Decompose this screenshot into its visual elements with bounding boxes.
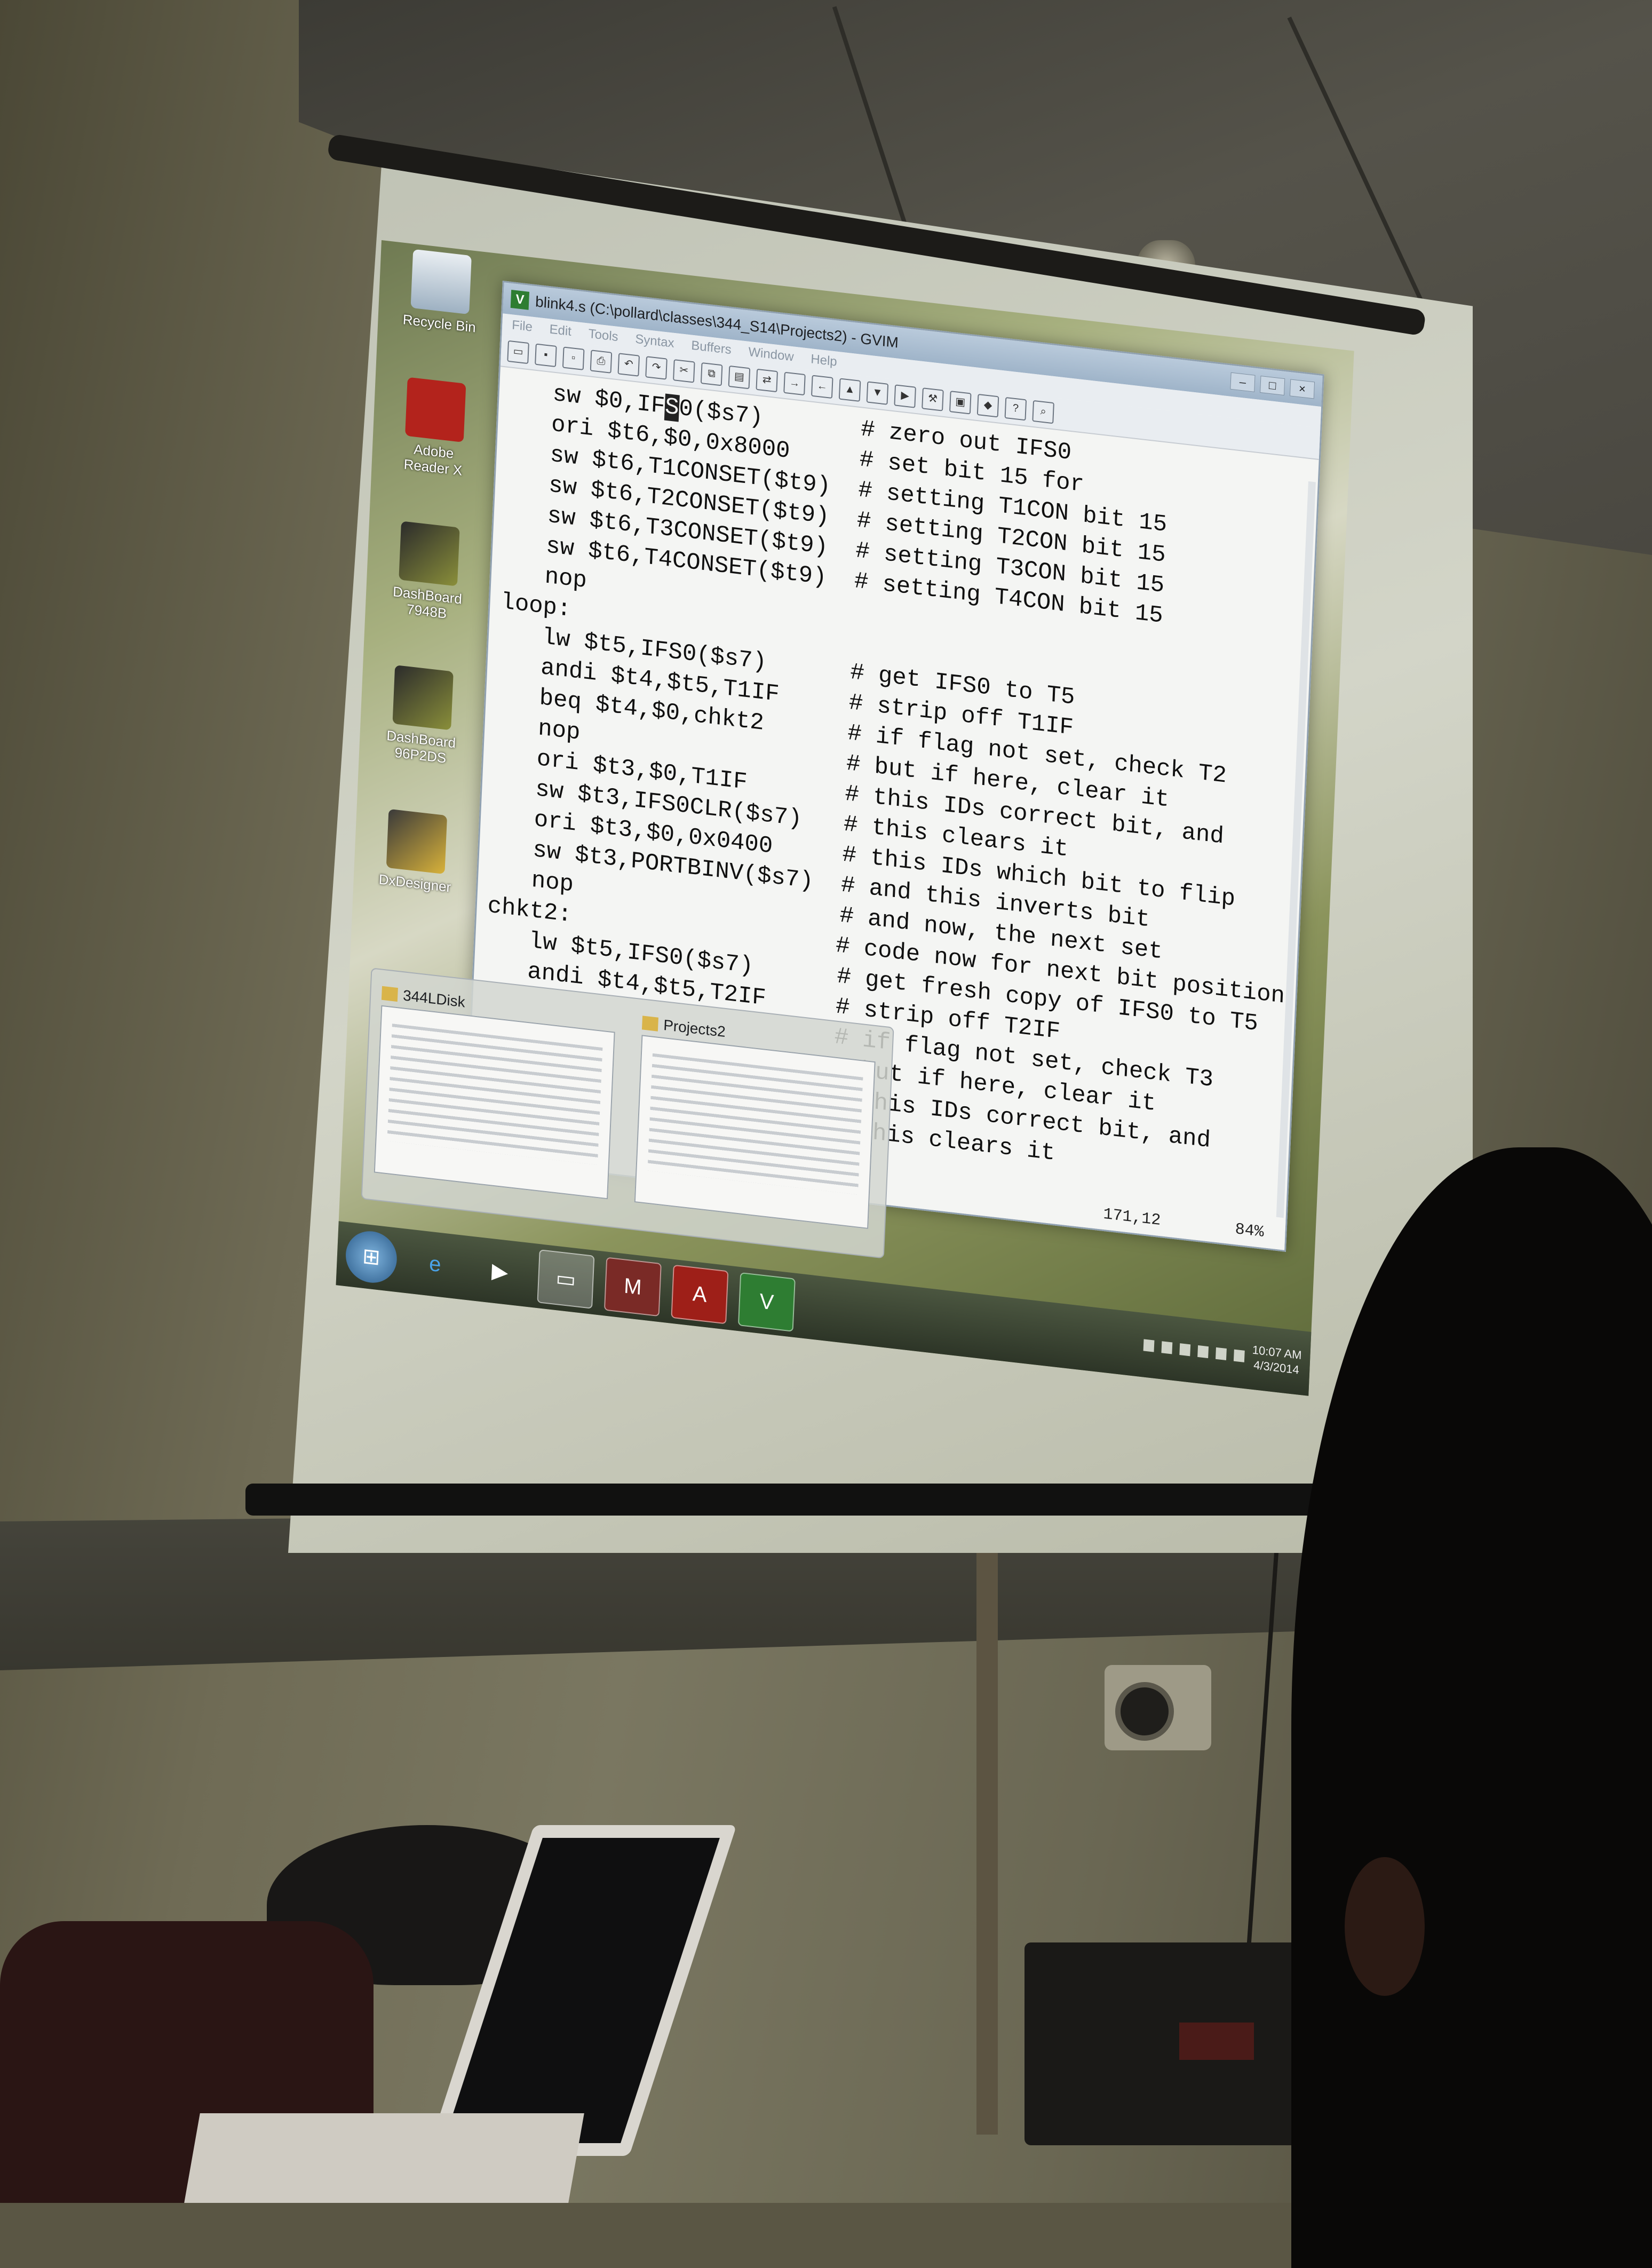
menu-buffers[interactable]: Buffers: [691, 338, 732, 358]
tray-network-icon[interactable]: [1161, 1341, 1173, 1354]
tray-power-icon[interactable]: [1197, 1345, 1209, 1359]
tray-volume-icon[interactable]: [1233, 1349, 1245, 1362]
camera-lens-icon: [1115, 1682, 1174, 1741]
cut-icon[interactable]: ✂: [673, 359, 695, 383]
tray-display-icon[interactable]: [1216, 1347, 1227, 1361]
print-icon[interactable]: ⎙: [590, 350, 613, 374]
system-tray: 10:07 AM 4/3/2014: [1143, 1330, 1302, 1378]
dashboard-icon: [399, 521, 460, 586]
undo-icon[interactable]: ↶: [617, 353, 640, 377]
dxdesigner-icon: [386, 808, 448, 875]
projector: [1024, 1942, 1302, 2145]
folder-icon: [641, 1016, 658, 1032]
menu-edit[interactable]: Edit: [549, 322, 571, 339]
help-icon[interactable]: ?: [1004, 396, 1027, 421]
tray-flag-icon[interactable]: [1179, 1343, 1191, 1357]
paste-icon[interactable]: ▤: [728, 365, 751, 390]
menu-window[interactable]: Window: [748, 345, 794, 365]
projected-desktop: Recycle Bin Adobe Reader X DashBoard 794…: [336, 240, 1354, 1396]
dashboard-icon: [392, 665, 454, 731]
laptop-keyboard: [184, 2113, 584, 2203]
shell-icon[interactable]: ▣: [949, 391, 972, 415]
save-icon[interactable]: ▪: [535, 343, 557, 368]
menu-syntax[interactable]: Syntax: [635, 332, 674, 351]
replace-icon[interactable]: ⇄: [756, 368, 779, 393]
save-all-icon[interactable]: ▫: [562, 346, 585, 370]
open-icon[interactable]: ▭: [507, 340, 529, 364]
desktop-icon-recycle-bin[interactable]: Recycle Bin: [399, 248, 482, 336]
taskbar-clock[interactable]: 10:07 AM 4/3/2014: [1251, 1343, 1302, 1378]
explorer-icon[interactable]: ▭: [537, 1249, 595, 1309]
desktop-icon-dashboard-1[interactable]: DashBoard 7948B: [386, 520, 470, 624]
recycle-bin-icon: [410, 249, 472, 315]
preview-title: Projects2: [663, 1016, 726, 1041]
menu-tools[interactable]: Tools: [588, 327, 618, 345]
find-help-icon[interactable]: ⌕: [1032, 400, 1054, 424]
mplab-icon[interactable]: M: [603, 1257, 662, 1317]
desktop-icon-dxdesigner[interactable]: DxDesigner: [375, 808, 458, 896]
preview-thumbnail: [634, 1035, 876, 1229]
preview-344ldisk[interactable]: 344LDisk: [373, 981, 616, 1216]
preview-projects2[interactable]: Projects2: [633, 1010, 876, 1245]
document-camera: [1105, 1665, 1211, 1750]
save-session-icon[interactable]: ▼: [866, 381, 889, 405]
cursor-position: 171,12: [1102, 1205, 1161, 1231]
menu-help[interactable]: Help: [811, 352, 837, 370]
preview-title: 344LDisk: [402, 987, 466, 1011]
stand-pole: [976, 1537, 998, 2135]
text-cursor: S: [664, 393, 680, 422]
windows-start-icon[interactable]: ⊞: [344, 1228, 398, 1286]
desktop-icon-adobe-reader[interactable]: Adobe Reader X: [393, 376, 476, 480]
desktop-icon-dashboard-2[interactable]: DashBoard 96P2DS: [380, 664, 464, 768]
folder-icon: [381, 986, 398, 1002]
maximize-button[interactable]: □: [1260, 375, 1285, 396]
run-script-icon[interactable]: ▶: [894, 384, 916, 408]
tray-shield-icon[interactable]: [1143, 1339, 1155, 1352]
acrobat-icon[interactable]: A: [671, 1264, 729, 1325]
copy-icon[interactable]: ⧉: [700, 362, 723, 386]
find-prev-icon[interactable]: ←: [811, 375, 833, 399]
menu-file[interactable]: File: [512, 318, 533, 335]
gvim-icon[interactable]: V: [737, 1272, 796, 1332]
scroll-percent: 84%: [1234, 1220, 1265, 1242]
person-ear: [1345, 1857, 1425, 1996]
find-next-icon[interactable]: →: [783, 371, 806, 396]
gvim-icon: V: [510, 289, 530, 310]
minimize-button[interactable]: –: [1230, 372, 1256, 392]
adobe-reader-icon: [405, 377, 466, 442]
screen-bottom-bar: [245, 1484, 1377, 1516]
make-icon[interactable]: ⚒: [922, 387, 944, 411]
media-player-icon[interactable]: ▶: [472, 1243, 528, 1300]
load-session-icon[interactable]: ▲: [838, 378, 861, 402]
internet-explorer-icon[interactable]: e: [407, 1235, 463, 1292]
close-button[interactable]: ×: [1289, 379, 1315, 399]
tags-icon[interactable]: ◆: [976, 393, 999, 418]
redo-icon[interactable]: ↷: [645, 356, 668, 380]
preview-thumbnail: [374, 1005, 615, 1200]
